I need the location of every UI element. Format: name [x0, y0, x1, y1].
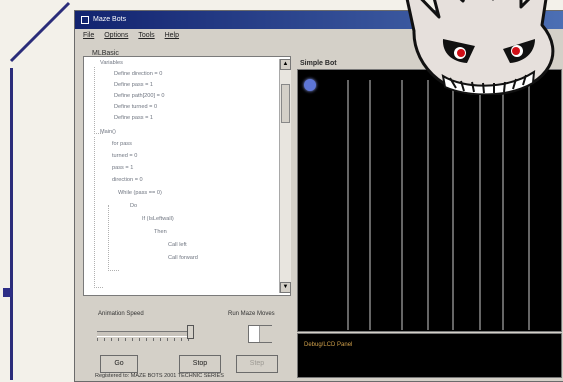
tree-item-pass[interactable]: pass = 1: [112, 165, 133, 171]
app-icon: [81, 16, 89, 24]
stop-button[interactable]: Stop: [179, 355, 221, 373]
tree-guide-1: [94, 67, 103, 134]
debug-text: Debug/LCD Panel: [304, 342, 353, 348]
scroll-thumb[interactable]: [281, 84, 290, 123]
window-title: Maze Bots: [93, 16, 127, 23]
border-marker: [3, 288, 12, 297]
maze-wall-5: [452, 80, 454, 330]
menu-help[interactable]: Help: [165, 29, 179, 43]
tree-item-define-pass-2[interactable]: Define pass = 1: [114, 115, 153, 121]
corner-diagonal-line: [9, 1, 71, 63]
tree-item-for-pass[interactable]: for pass: [112, 141, 132, 147]
tree-item-define-turned[interactable]: Define turned = 0: [114, 104, 157, 110]
code-tree-scrollbar[interactable]: ▲ ▼: [279, 59, 291, 293]
tree-item-then[interactable]: Then: [154, 229, 167, 235]
left-border-line: [10, 68, 13, 380]
maze-wall-4: [427, 80, 429, 330]
step-button[interactable]: Step: [236, 355, 278, 373]
tree-item-if[interactable]: If (IsLeftwall): [142, 216, 174, 222]
menu-tools[interactable]: Tools: [138, 29, 154, 43]
spin-arrows-icon[interactable]: [259, 326, 272, 342]
bot-pointer-icon: [304, 79, 316, 91]
tree-item-while[interactable]: While (pass == 0): [118, 190, 162, 196]
tree-item-turned[interactable]: turned = 0: [112, 153, 137, 159]
maze-display: [297, 69, 562, 332]
registration-status: Registered to: MAZE BOTS 2001 TECHNIC SE…: [95, 373, 224, 379]
tree-item-define-direction[interactable]: Define direction = 0: [114, 71, 162, 77]
animation-speed-slider[interactable]: [97, 331, 193, 337]
code-tree-panel: Variables Define direction = 0 Define pa…: [83, 56, 291, 296]
slider-ticks: [97, 338, 193, 341]
menu-file[interactable]: File: [83, 29, 94, 43]
run-maze-moves-label: Run Maze Moves: [228, 311, 275, 317]
tree-item-call-forward[interactable]: Call forward: [168, 255, 198, 261]
tree-item-define-pass[interactable]: Define pass = 1: [114, 82, 153, 88]
tree-item-call-left[interactable]: Call left: [168, 242, 187, 248]
maze-wall-2: [369, 80, 371, 330]
tree-item-variables[interactable]: Variables: [100, 60, 123, 66]
tree-guide-2: [94, 137, 103, 288]
maze-wall-3: [401, 80, 403, 330]
maze-wall-8: [528, 80, 530, 330]
tree-item-do[interactable]: Do: [130, 203, 137, 209]
maze-wall-1: [347, 80, 349, 330]
slider-thumb[interactable]: [187, 325, 194, 339]
tree-guide-3: [108, 205, 119, 271]
menu-options[interactable]: Options: [104, 29, 128, 43]
monster-illustration: [395, 0, 563, 97]
tree-item-define-path[interactable]: Define path[200] = 0: [114, 93, 165, 99]
maze-wall-6: [479, 80, 481, 330]
controls-panel: Animation Speed Run Maze Moves Go Stop S…: [83, 301, 291, 379]
debug-panel: Debug/LCD Panel: [297, 333, 562, 378]
tree-item-direction[interactable]: direction = 0: [112, 177, 143, 183]
display-title: Simple Bot: [300, 60, 337, 67]
maze-wall-7: [502, 80, 504, 330]
animation-speed-label: Animation Speed: [98, 311, 144, 317]
scroll-down-button[interactable]: ▼: [280, 282, 291, 293]
tree-item-main[interactable]: Main(): [100, 129, 116, 135]
go-button[interactable]: Go: [100, 355, 138, 373]
scroll-up-button[interactable]: ▲: [280, 59, 291, 70]
